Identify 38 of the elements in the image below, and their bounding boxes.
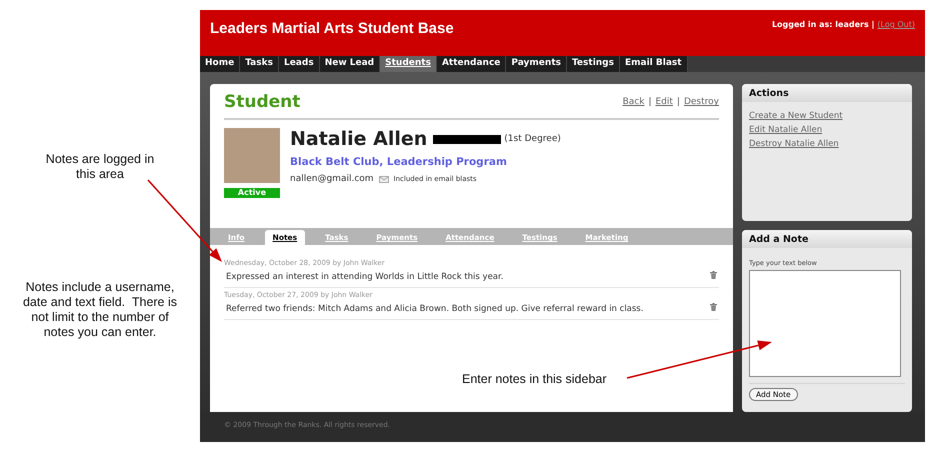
- photo-placeholder: [224, 128, 280, 184]
- nav-tab[interactable]: Payments: [506, 56, 567, 72]
- page-heading: Student: [224, 92, 300, 112]
- status-label: Active: [224, 188, 280, 198]
- email-address: nallen@gmail.com: [290, 174, 374, 184]
- rank-text: (1st Degree): [504, 134, 561, 144]
- action-link[interactable]: Edit: [655, 97, 673, 108]
- note-input[interactable]: [749, 270, 901, 378]
- nav-tab[interactable]: Attendance: [436, 56, 506, 72]
- action-link[interactable]: Back: [622, 97, 644, 108]
- annotation-text: Notes include a username, date and text field. There is not limit to the number of notes you can enter.: [22, 280, 178, 340]
- action-link[interactable]: Destroy Natalie Allen: [749, 139, 905, 150]
- nav-tab[interactable]: Home: [200, 56, 240, 72]
- annotation-text: Notes are logged in this area: [44, 152, 156, 182]
- nav-tab[interactable]: Leads: [278, 56, 320, 72]
- note-text: Referred two friends: Mitch Adams and Alicia Brown. Both signed up. Give referral reward in class.: [226, 303, 644, 316]
- student-name: Natalie Allen: [290, 128, 428, 150]
- nav-tab[interactable]: Tasks: [240, 56, 279, 72]
- trash-icon[interactable]: [710, 271, 717, 280]
- redaction-bar: [433, 134, 502, 144]
- nav-tab[interactable]: Students: [380, 56, 437, 72]
- panel-title: Add a Note: [742, 230, 912, 248]
- nav-tab[interactable]: Testings: [566, 56, 620, 72]
- link-separator: |: [648, 97, 652, 108]
- login-status: Logged in as: leaders |: [772, 20, 874, 29]
- note-text: Expressed an interest in attending Worlds in Little Rock this year.: [226, 271, 504, 284]
- app-title: Leaders Martial Arts Student Base: [210, 20, 454, 39]
- program-list: Black Belt Club, Leadership Program: [290, 156, 561, 168]
- trash-icon[interactable]: [710, 303, 717, 312]
- panel-title: Actions: [742, 84, 912, 102]
- nav-tab[interactable]: New Lead: [320, 56, 380, 72]
- action-link[interactable]: Destroy: [684, 97, 719, 108]
- action-link[interactable]: Edit Natalie Allen: [749, 125, 905, 136]
- annotation-text: Enter notes in this sidebar: [462, 372, 607, 386]
- link-separator: |: [676, 97, 680, 108]
- action-link[interactable]: Create a New Student: [749, 111, 905, 122]
- nav-tab[interactable]: Email Blast: [620, 56, 688, 72]
- envelope-icon: [378, 176, 389, 183]
